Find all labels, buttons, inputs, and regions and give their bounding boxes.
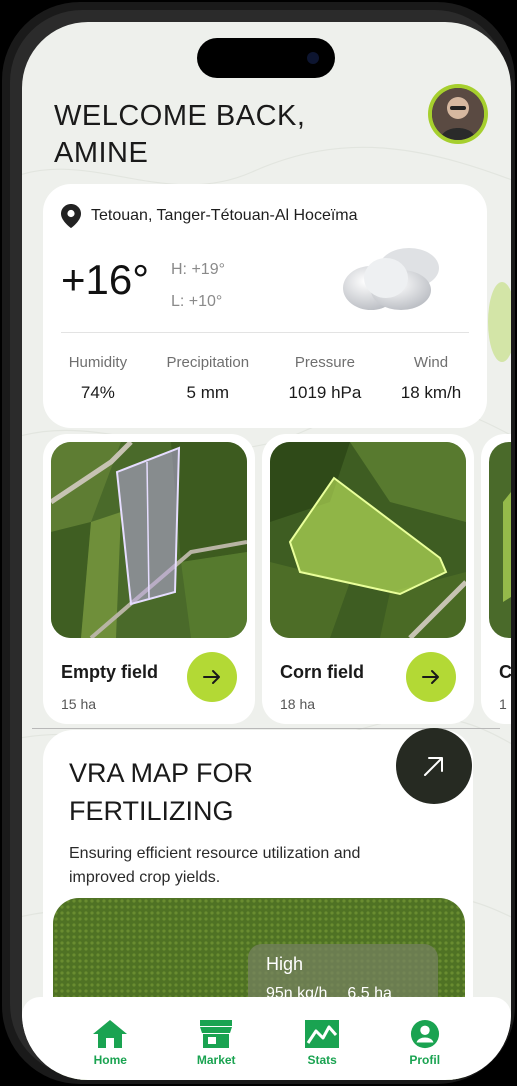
stat-value: 5 mm	[186, 383, 230, 402]
field-card-empty[interactable]: Empty field 15 ha	[43, 434, 255, 724]
profile-icon	[410, 1019, 439, 1049]
overlay-level: High	[266, 954, 304, 974]
location-pin-icon	[61, 204, 81, 228]
temperature: +16°	[61, 256, 150, 303]
welcome-name: AMINE	[54, 137, 149, 169]
stat-precipitation: Precipitation 5 mm	[167, 354, 250, 403]
tab-stats[interactable]: Stats	[304, 1019, 340, 1080]
high-low: H: +19° L: +10°	[171, 254, 225, 318]
tab-home[interactable]: Home	[92, 1019, 128, 1080]
field-name: C	[499, 662, 511, 682]
open-field-button[interactable]	[187, 652, 237, 702]
tab-market[interactable]: Market	[197, 1019, 236, 1080]
arrow-right-icon	[422, 670, 439, 684]
field-card-partial[interactable]: C 1	[481, 434, 511, 724]
avatar-photo	[432, 88, 484, 140]
avatar[interactable]	[428, 84, 488, 144]
dynamic-island	[197, 38, 335, 78]
phone-bezel: WELCOME BACK, AMINE Tetouan, Tanger-Této…	[10, 10, 511, 1080]
field-satellite-image	[51, 442, 247, 638]
cloud-icon	[343, 248, 439, 310]
stat-pressure: Pressure 1019 hPa	[289, 354, 362, 403]
stat-label: Precipitation	[166, 354, 250, 371]
tab-label: Market	[196, 1053, 236, 1067]
location-text: Tetouan, Tanger-Tétouan-Al Hoceïma	[91, 207, 358, 224]
field-size: 15 ha	[61, 696, 97, 712]
welcome-heading: WELCOME BACK, AMINE	[54, 98, 305, 172]
weather-divider	[61, 332, 469, 333]
field-satellite-image	[270, 442, 466, 638]
arrow-up-right-icon	[424, 757, 443, 776]
tab-label: Stats	[307, 1053, 337, 1067]
tab-label: Profil	[409, 1053, 441, 1067]
vra-title: VRA MAP FOR FERTILIZING	[69, 754, 253, 830]
phone-frame: WELCOME BACK, AMINE Tetouan, Tanger-Této…	[2, 2, 515, 1084]
stat-wind: Wind 18 km/h	[401, 354, 461, 403]
field-name: Empty field	[61, 662, 159, 682]
stats-icon	[305, 1020, 340, 1048]
bottom-tab-bar: Home Market Stats Profil	[22, 997, 511, 1080]
tab-label: Home	[93, 1053, 127, 1067]
vra-title-line1: VRA MAP FOR	[69, 758, 254, 788]
home-icon	[93, 1020, 128, 1048]
stat-label: Wind	[413, 354, 449, 371]
stat-label: Humidity	[68, 354, 128, 371]
high-temp: H: +19°	[171, 261, 225, 278]
field-card-corn[interactable]: Corn field 18 ha	[262, 434, 474, 724]
stat-label: Pressure	[294, 354, 355, 371]
field-size: 1	[499, 696, 507, 712]
stat-humidity: Humidity 74%	[69, 354, 127, 403]
front-camera	[307, 52, 319, 64]
market-icon	[200, 1020, 233, 1048]
app-screen: WELCOME BACK, AMINE Tetouan, Tanger-Této…	[22, 22, 511, 1080]
vra-description: Ensuring efficient resource utilization …	[69, 845, 361, 886]
location-row: Tetouan, Tanger-Tétouan-Al Hoceïma	[61, 204, 358, 228]
field-size: 18 ha	[280, 696, 316, 712]
stat-value: 74%	[80, 383, 115, 402]
open-field-button[interactable]	[406, 652, 456, 702]
stat-value: 18 km/h	[400, 383, 462, 402]
field-satellite-image	[489, 442, 511, 638]
weather-stats: Humidity 74% Precipitation 5 mm Pressure…	[49, 354, 481, 403]
weather-card[interactable]: Tetouan, Tanger-Tétouan-Al Hoceïma +16° …	[43, 184, 487, 428]
vra-title-line2: FERTILIZING	[69, 796, 234, 826]
stat-value: 1019 hPa	[288, 383, 362, 402]
arrow-right-icon	[203, 670, 220, 684]
welcome-line1: WELCOME BACK,	[54, 100, 306, 132]
field-name: Corn field	[280, 662, 364, 682]
low-temp: L: +10°	[171, 293, 223, 310]
open-vra-button[interactable]	[396, 728, 472, 804]
tab-profile[interactable]: Profil	[409, 1019, 441, 1080]
